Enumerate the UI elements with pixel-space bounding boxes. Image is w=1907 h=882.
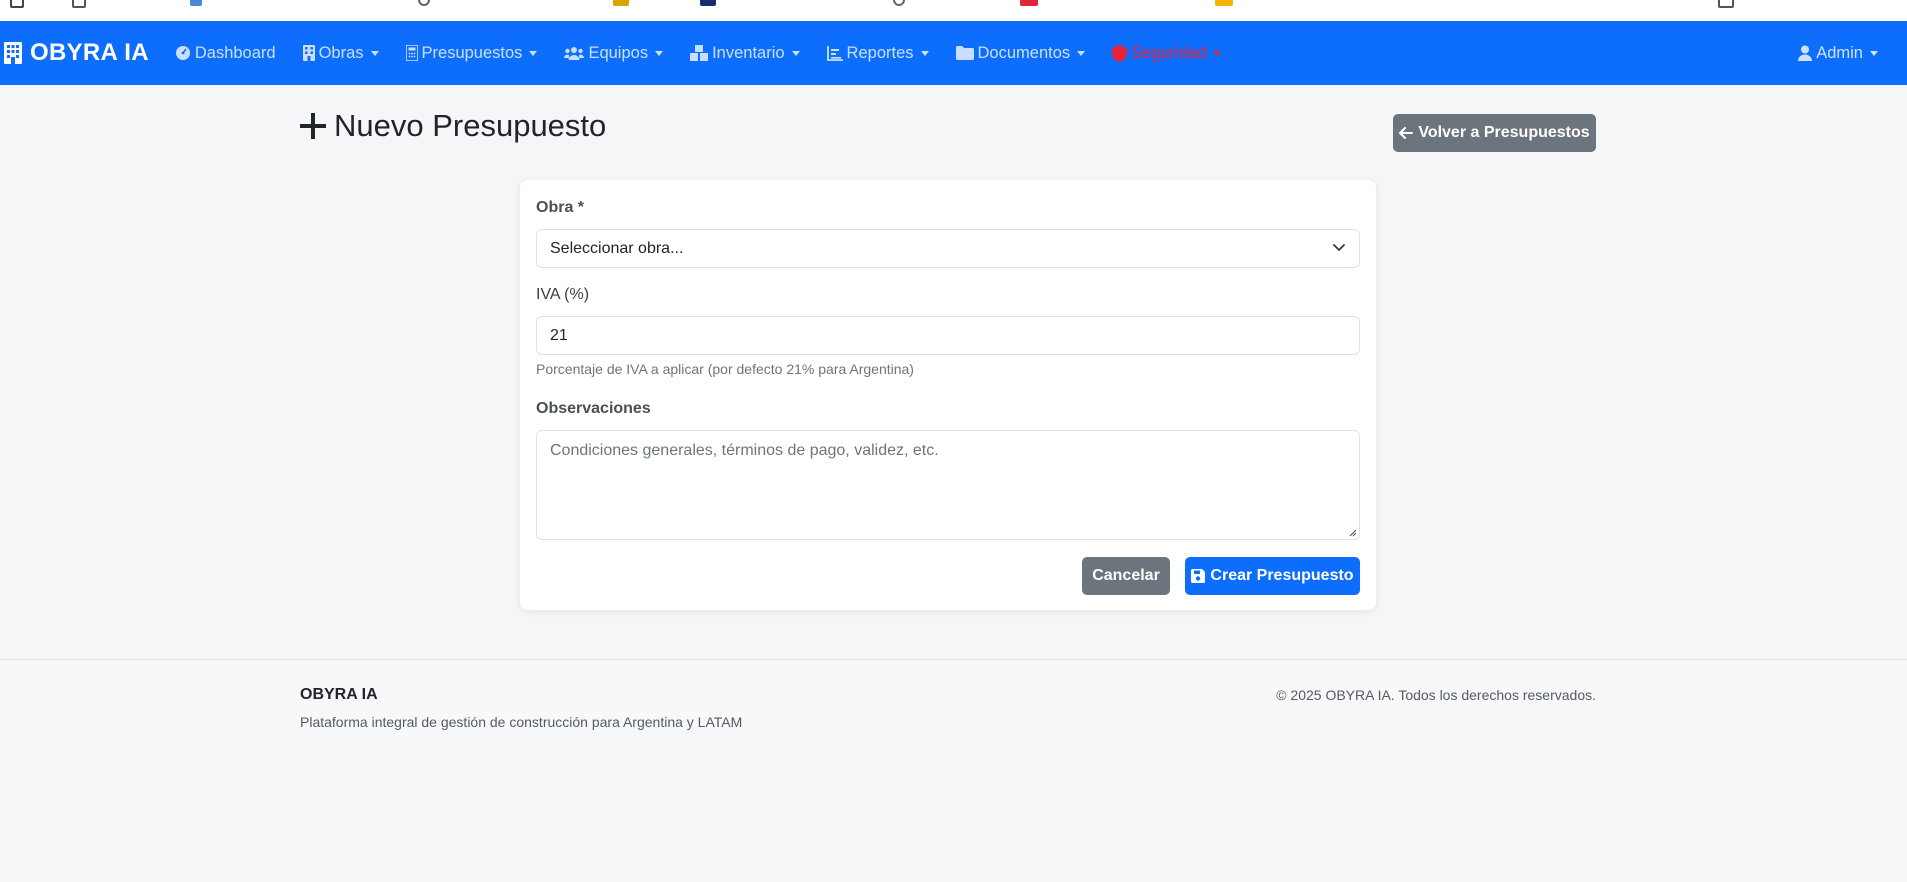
obra-label: Obra *: [536, 199, 585, 216]
nav-item-reportes[interactable]: Reportes: [826, 43, 929, 63]
observaciones-label: Observaciones: [536, 400, 651, 417]
nav-item-dashboard[interactable]: Dashboard: [175, 44, 276, 63]
caret-down-icon: [1213, 50, 1222, 56]
caret-down-icon: [920, 50, 929, 56]
observaciones-textarea[interactable]: Condiciones generales, términos de pago,…: [536, 430, 1360, 540]
cancel-button-label: Cancelar: [1092, 567, 1160, 584]
page-title-text: Nuevo Presupuesto: [334, 108, 607, 143]
footer-tagline: Plataforma integral de gestión de constr…: [300, 714, 743, 730]
nav-item-seguridad[interactable]: Seguridad: [1112, 43, 1222, 63]
browser-bookmarks-bar: [0, 0, 1907, 21]
save-icon: [1191, 569, 1206, 583]
footer-brand: OBYRA IA: [300, 686, 378, 703]
iva-input-value: 21: [550, 326, 568, 344]
cancel-button[interactable]: Cancelar: [1082, 557, 1170, 595]
presupuesto-form-card: Obra * Seleccionar obra... IVA (%) 21 Po…: [520, 180, 1376, 610]
calculator-icon: [405, 45, 418, 61]
building-icon: [302, 45, 315, 61]
obra-select-value: Seleccionar obra...: [550, 239, 684, 257]
nav-label: Presupuestos: [421, 43, 523, 62]
create-button-label: Crear Presupuesto: [1210, 567, 1354, 584]
nav-label: Documentos: [977, 43, 1071, 62]
caret-down-icon: [1077, 50, 1086, 56]
nav-label: Seguridad: [1131, 43, 1207, 62]
plus-icon: [300, 113, 326, 139]
chart-icon: [826, 45, 843, 61]
nav-label: Inventario: [712, 43, 785, 62]
user-menu[interactable]: Admin: [1798, 21, 1878, 85]
nav-label: Equipos: [588, 43, 649, 62]
observaciones-placeholder: Condiciones generales, términos de pago,…: [550, 442, 939, 459]
chevron-down-icon: [1333, 244, 1345, 251]
nav-label: Reportes: [846, 43, 914, 62]
caret-down-icon: [370, 50, 379, 56]
nav-item-obras[interactable]: Obras: [302, 43, 379, 63]
shield-icon: [1112, 44, 1128, 62]
iva-input[interactable]: 21: [536, 316, 1360, 355]
footer: OBYRA IA Plataforma integral de gestión …: [0, 659, 1907, 882]
create-presupuesto-button[interactable]: Crear Presupuesto: [1185, 557, 1360, 595]
nav-label: Dashboard: [194, 43, 276, 62]
bookmark-icon[interactable]: [1020, 0, 1038, 6]
back-button-label: Volver a Presupuestos: [1418, 124, 1590, 141]
obra-select[interactable]: Seleccionar obra...: [536, 229, 1360, 268]
building-icon: [4, 42, 22, 64]
caret-down-icon: [655, 50, 664, 56]
nav-item-documentos[interactable]: Documentos: [955, 43, 1086, 63]
brand-name: OBYRA IA: [30, 39, 149, 66]
user-icon: [1798, 45, 1813, 61]
bookmark-icon[interactable]: [418, 0, 430, 6]
page-title: Nuevo Presupuesto: [300, 108, 606, 144]
users-icon: [564, 47, 585, 60]
bookmark-icon[interactable]: [72, 0, 86, 8]
iva-help-text: Porcentaje de IVA a aplicar (por defecto…: [536, 361, 914, 377]
main-navbar: OBYRA IA Dashboard Obras Presupuestos Eq…: [0, 21, 1907, 85]
footer-copyright: © 2025 OBYRA IA. Todos los derechos rese…: [1276, 687, 1596, 703]
bookmark-icon[interactable]: [1718, 0, 1734, 8]
folder-icon: [955, 46, 974, 60]
apps-icon[interactable]: [10, 0, 24, 8]
bookmark-icon[interactable]: [700, 0, 716, 6]
bookmark-icon[interactable]: [190, 0, 202, 6]
bookmark-icon[interactable]: [893, 0, 905, 6]
caret-down-icon: [1870, 50, 1878, 56]
user-name: Admin: [1816, 43, 1863, 62]
nav-item-equipos[interactable]: Equipos: [564, 43, 664, 63]
brand-logo[interactable]: OBYRA IA: [4, 39, 149, 67]
caret-down-icon: [791, 50, 800, 56]
boxes-icon: [690, 45, 709, 61]
nav-item-inventario[interactable]: Inventario: [690, 43, 800, 63]
nav-item-presupuestos[interactable]: Presupuestos: [405, 43, 538, 63]
arrow-left-icon: [1399, 127, 1414, 139]
nav-label: Obras: [318, 43, 364, 62]
iva-label: IVA (%): [536, 286, 590, 303]
back-to-presupuestos-button[interactable]: Volver a Presupuestos: [1393, 114, 1596, 152]
bookmark-icon[interactable]: [1215, 0, 1233, 6]
bookmark-icon[interactable]: [613, 0, 629, 6]
caret-down-icon: [529, 50, 538, 56]
dashboard-icon: [175, 46, 190, 60]
resize-handle-icon[interactable]: [1347, 527, 1357, 537]
